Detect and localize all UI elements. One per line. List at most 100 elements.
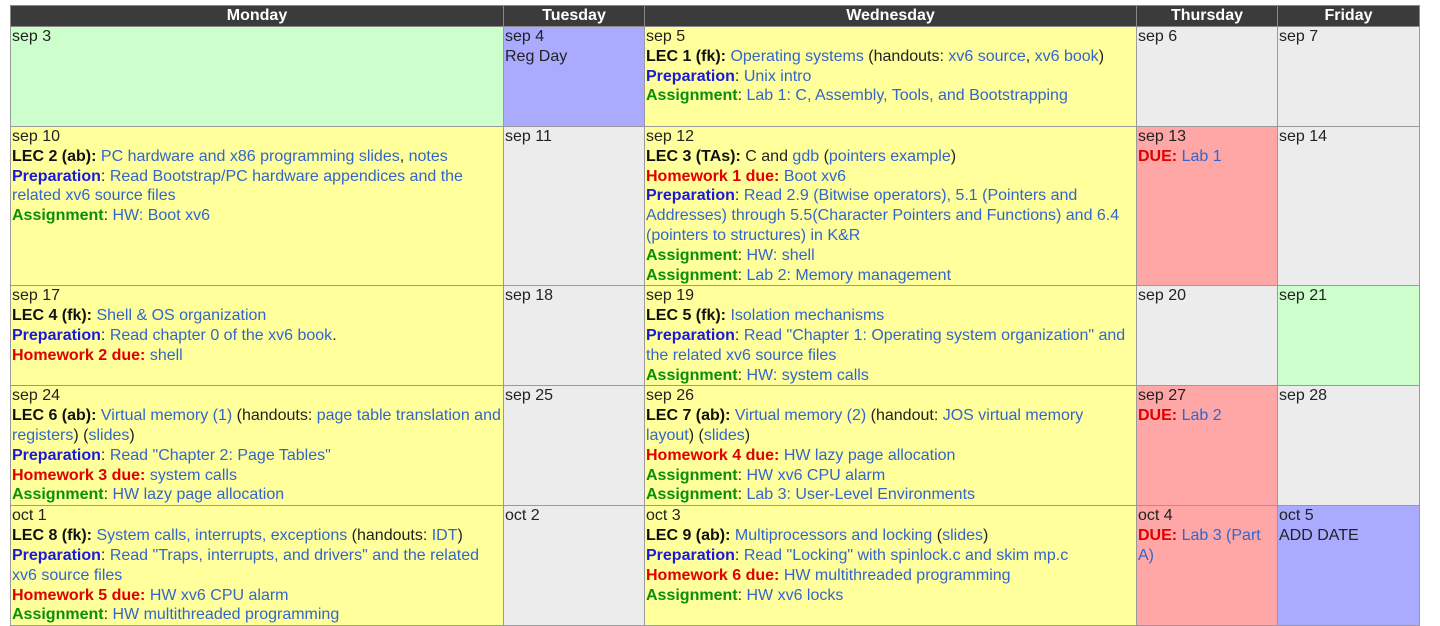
lecture-topic-link[interactable]: Shell & OS organization (96, 307, 266, 324)
lecture-topic-link[interactable]: PC hardware and x86 programming slides (101, 148, 400, 165)
gdb-link[interactable]: gdb (792, 148, 819, 165)
header-thursday: Thursday (1136, 5, 1278, 27)
lecture-topic: C and (745, 147, 788, 165)
preparation-label: Preparation (646, 546, 735, 564)
event-note: Reg Day (505, 47, 568, 65)
preparation-link[interactable]: Read chapter 0 of the xv6 book (110, 327, 332, 344)
homework-link[interactable]: HW lazy page allocation (784, 447, 956, 464)
homework-label: Homework 4 due: (646, 446, 780, 464)
lecture-label: LEC 4 (fk): (12, 307, 92, 325)
date-label: sep 26 (646, 387, 695, 405)
cell-sep-6: sep 6 (1136, 26, 1278, 127)
due-link[interactable]: Lab 1 (1182, 148, 1222, 165)
notes-link[interactable]: notes (409, 148, 448, 165)
assignment-label: Assignment (646, 366, 738, 384)
cell-sep-27: sep 27 DUE: Lab 2 (1136, 385, 1278, 507)
assignment-link[interactable]: Lab 1: C, Assembly, Tools, and Bootstrap… (746, 87, 1067, 104)
week-row-5: oct 1 LEC 8 (fk): System calls, interrup… (10, 505, 1420, 626)
lecture-topic-link[interactable]: System calls, interrupts, exceptions (96, 527, 347, 544)
due-line: DUE: Lab 1 (1138, 147, 1276, 167)
cell-sep-4: sep 4 Reg Day (503, 26, 645, 127)
assignment-label: Assignment (646, 586, 738, 604)
lecture-line: LEC 8 (fk): System calls, interrupts, ex… (12, 526, 502, 546)
cell-sep-10: sep 10 LEC 2 (ab): PC hardware and x86 p… (10, 125, 504, 287)
date-label: sep 27 (1138, 387, 1187, 405)
cell-oct-2: oct 2 (503, 505, 645, 626)
preparation-line: Preparation: Read Bootstrap/PC hardware … (12, 167, 463, 205)
cell-sep-20: sep 20 (1136, 285, 1278, 387)
header-friday: Friday (1277, 5, 1420, 27)
homework-link[interactable]: system calls (150, 467, 237, 484)
cell-oct-4: oct 4 DUE: Lab 3 (Part A) (1136, 505, 1278, 626)
assignment-link[interactable]: HW: system calls (746, 367, 868, 384)
date-label: sep 5 (646, 28, 686, 45)
lecture-label: LEC 3 (TAs): (646, 147, 741, 165)
due-line: DUE: Lab 2 (1138, 406, 1276, 426)
preparation-link[interactable]: Unix intro (744, 68, 812, 85)
cell-oct-3: oct 3 LEC 9 (ab): Multiprocessors and lo… (644, 505, 1137, 626)
assignment-label: Assignment (12, 486, 104, 504)
due-label: DUE: (1138, 527, 1178, 545)
cell-sep-3: sep 3 (10, 26, 504, 127)
event-note: ADD DATE (1279, 527, 1359, 545)
homework-line: Homework 5 due: HW xv6 CPU alarm (12, 586, 502, 606)
slides-link[interactable]: slides (942, 527, 983, 544)
cell-sep-17: sep 17 LEC 4 (fk): Shell & OS organizati… (10, 285, 504, 387)
cell-sep-7: sep 7 (1277, 26, 1420, 127)
assignment-link[interactable]: HW multithreaded programming (112, 606, 339, 623)
homework-link[interactable]: HW multithreaded programming (784, 567, 1011, 584)
preparation-label: Preparation (12, 446, 101, 464)
assignment-link[interactable]: HW: Boot xv6 (112, 207, 210, 224)
handout-link[interactable]: xv6 book (1035, 48, 1099, 65)
preparation-line: Preparation: Unix intro (646, 67, 812, 85)
slides-link[interactable]: slides (88, 427, 129, 444)
lecture-topic-link[interactable]: Virtual memory (1) (101, 407, 232, 424)
lecture-line: LEC 3 (TAs): C and gdb (pointers example… (646, 147, 1135, 167)
separator: ) ( (73, 426, 89, 444)
cell-sep-21: sep 21 (1277, 285, 1420, 387)
slides-link[interactable]: slides (704, 427, 745, 444)
period: . (332, 326, 337, 344)
lecture-line: LEC 4 (fk): Shell & OS organization (12, 306, 502, 326)
date-label: oct 4 (1138, 507, 1173, 525)
assignment-link[interactable]: Lab 2: Memory management (746, 267, 951, 284)
assignment-link[interactable]: Lab 3: User-Level Environments (746, 486, 975, 503)
due-link[interactable]: Lab 2 (1182, 407, 1222, 424)
preparation-link[interactable]: Read "Chapter 2: Page Tables" (110, 447, 331, 464)
assignment-link[interactable]: HW: shell (746, 247, 814, 264)
cell-sep-18: sep 18 (503, 285, 645, 387)
week-row-4: sep 24 LEC 6 (ab): Virtual memory (1) (h… (10, 385, 1420, 507)
lecture-topic-link[interactable]: Isolation mechanisms (730, 307, 884, 324)
homework-line: Homework 1 due: Boot xv6 (646, 167, 1135, 187)
handout-link[interactable]: xv6 source (948, 48, 1025, 65)
date-label: sep 28 (1279, 387, 1328, 405)
homework-link[interactable]: shell (150, 347, 183, 364)
example-link[interactable]: pointers example (829, 148, 951, 165)
assignment-link[interactable]: HW xv6 locks (746, 587, 843, 604)
assignment-label: Assignment (646, 87, 738, 105)
homework-link[interactable]: Boot xv6 (784, 168, 846, 185)
cell-sep-19: sep 19 LEC 5 (fk): Isolation mechanisms … (644, 285, 1137, 387)
preparation-label: Preparation (12, 546, 101, 564)
cell-sep-5: sep 5 LEC 1 (fk): Operating systems (han… (644, 26, 1137, 127)
assignment-link[interactable]: HW lazy page allocation (112, 486, 284, 503)
cell-sep-13: sep 13 DUE: Lab 1 (1136, 125, 1278, 287)
calendar-table: Monday Tuesday Wednesday Thursday Friday… (10, 5, 1420, 626)
lecture-topic-link[interactable]: Multiprocessors and locking (735, 527, 932, 544)
cell-oct-1: oct 1 LEC 8 (fk): System calls, interrup… (10, 505, 504, 626)
due-label: DUE: (1138, 407, 1178, 425)
homework-label: Homework 6 due: (646, 566, 780, 584)
preparation-line: Preparation: Read "Traps, interrupts, an… (12, 546, 479, 584)
lecture-topic-link[interactable]: Virtual memory (2) (735, 407, 866, 424)
date-label: sep 24 (12, 387, 61, 405)
homework-label: Homework 5 due: (12, 586, 146, 604)
lecture-line: LEC 5 (fk): Isolation mechanisms (646, 306, 1135, 326)
handout-link[interactable]: IDT (432, 527, 458, 544)
header-monday: Monday (10, 5, 504, 27)
date-label: sep 18 (505, 287, 554, 305)
preparation-link[interactable]: Read "Locking" with spinlock.c and skim … (744, 547, 1068, 564)
assignment-link[interactable]: HW xv6 CPU alarm (746, 467, 885, 484)
lecture-topic-link[interactable]: Operating systems (730, 48, 863, 65)
homework-link[interactable]: HW xv6 CPU alarm (150, 587, 289, 604)
lecture-line: LEC 9 (ab): Multiprocessors and locking … (646, 526, 1135, 546)
